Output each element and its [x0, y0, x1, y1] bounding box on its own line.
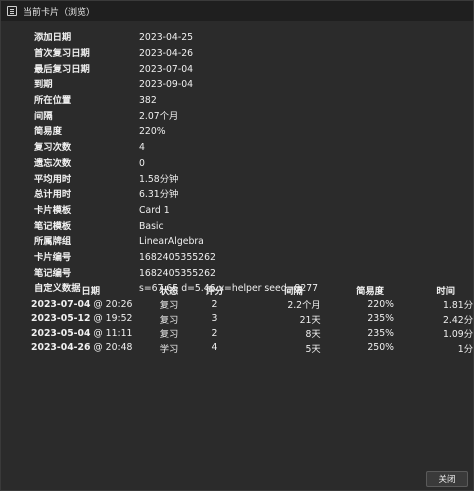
info-value: 6.31分钟: [139, 189, 179, 201]
review-interval: 8天: [305, 329, 321, 341]
app-icon: [7, 6, 17, 16]
review-date-day: 2023-07-04: [31, 298, 91, 310]
info-label: 所在位置: [34, 95, 72, 107]
review-interval: 2.2个月: [287, 300, 321, 312]
review-ease: 220%: [367, 298, 394, 310]
info-value: 2.07个月: [139, 110, 179, 122]
review-rating: 2: [211, 298, 218, 310]
info-value: 1682405355262: [139, 267, 216, 279]
review-interval: 21天: [299, 314, 321, 326]
column-header-ease: 简易度: [356, 285, 384, 297]
title-bar[interactable]: 当前卡片（浏览）: [1, 1, 473, 21]
review-date-day: 2023-04-26: [31, 342, 91, 354]
info-label: 卡片模板: [34, 204, 72, 216]
info-label: 平均用时: [34, 173, 72, 185]
review-state: 复习: [159, 300, 179, 312]
review-log-header-row: 日期 状态 评分 间隔 简易度 时间: [31, 282, 473, 297]
review-ease: 235%: [367, 327, 394, 339]
info-value: 2023-04-26: [139, 48, 194, 60]
info-row: 平均用时 1.58分钟: [34, 171, 318, 187]
review-date: 2023-04-26 @ 20:48: [31, 341, 150, 356]
column-header-interval: 间隔: [284, 285, 303, 297]
info-label: 首次复习日期: [34, 48, 90, 60]
column-header-time: 时间: [436, 285, 455, 297]
review-time: 1.81分: [443, 300, 473, 312]
info-label: 笔记模板: [34, 220, 72, 232]
review-ease: 235%: [367, 313, 394, 325]
info-value: 1682405355262: [139, 251, 216, 263]
review-log-table: 日期 状态 评分 间隔 简易度 时间 2023-07-04 @ 20:26 复习 2…: [31, 282, 473, 355]
card-info-list: 添加日期 2023-04-25 首次复习日期 2023-04-26 最后复习日期 2023…: [34, 30, 318, 297]
info-value: 2023-09-04: [139, 79, 194, 91]
info-value: 0: [139, 157, 145, 169]
info-row: 简易度 220%: [34, 124, 318, 140]
info-row: 添加日期 2023-04-25: [34, 30, 318, 46]
info-row: 到期 2023-09-04: [34, 77, 318, 93]
info-value: 382: [139, 95, 157, 107]
info-label: 卡片编号: [34, 251, 72, 263]
info-label: 添加日期: [34, 32, 72, 44]
review-time: 2.42分: [443, 314, 473, 326]
info-row: 笔记编号 1682405355262: [34, 265, 318, 281]
review-date-time: @ 11:11: [90, 327, 133, 339]
review-date-time: @ 20:26: [90, 298, 133, 310]
info-row: 总计用时 6.31分钟: [34, 187, 318, 203]
review-rating: 2: [211, 327, 218, 339]
info-row: 首次复习日期 2023-04-26: [34, 46, 318, 62]
column-header-rating: 评分: [205, 285, 224, 297]
review-date-time: @ 19:52: [90, 313, 133, 325]
review-state: 学习: [159, 343, 179, 355]
review-date: 2023-07-04 @ 20:26: [31, 297, 150, 312]
review-interval: 5天: [305, 343, 321, 355]
review-time: 1分: [457, 343, 473, 355]
info-row: 遗忘次数 0: [34, 156, 318, 172]
info-value: 2023-07-04: [139, 63, 194, 75]
info-row: 笔记模板 Basic: [34, 218, 318, 234]
review-date-time: @ 20:48: [90, 342, 133, 354]
info-row: 最后复习日期 2023-07-04: [34, 61, 318, 77]
table-row: 2023-05-04 @ 11:11 复习 2 8天 235% 1.09分: [31, 326, 473, 341]
column-header-state: 状态: [159, 285, 179, 297]
info-value: 220%: [139, 126, 166, 138]
info-row: 卡片编号 1682405355262: [34, 250, 318, 266]
info-label: 间隔: [34, 110, 53, 122]
info-value: 1.58分钟: [139, 173, 179, 185]
info-row: 间隔 2.07个月: [34, 108, 318, 124]
info-row: 所在位置 382: [34, 93, 318, 109]
info-row: 卡片模板 Card 1: [34, 203, 318, 219]
review-date-day: 2023-05-12: [31, 313, 91, 325]
close-button[interactable]: 关闭: [426, 471, 468, 487]
window-title: 当前卡片（浏览）: [23, 7, 96, 18]
table-row: 2023-07-04 @ 20:26 复习 2 2.2个月 220% 1.81分: [31, 297, 473, 312]
info-value: Basic: [139, 220, 164, 232]
table-row: 2023-04-26 @ 20:48 学习 4 5天 250% 1分: [31, 341, 473, 356]
info-label: 简易度: [34, 126, 62, 138]
info-value: 2023-04-25: [139, 32, 194, 44]
review-time: 1.09分: [443, 329, 473, 341]
info-label: 到期: [34, 79, 53, 91]
review-date: 2023-05-04 @ 11:11: [31, 326, 150, 341]
table-row: 2023-05-12 @ 19:52 复习 3 21天 235% 2.42分: [31, 312, 473, 327]
info-value: LinearAlgebra: [139, 236, 204, 248]
info-row: 复习次数 4: [34, 140, 318, 156]
info-row: 所属牌组 LinearAlgebra: [34, 234, 318, 250]
info-label: 复习次数: [34, 142, 72, 154]
review-rating: 3: [211, 313, 218, 325]
info-label: 最后复习日期: [34, 63, 90, 75]
review-state: 复习: [159, 314, 179, 326]
info-label: 总计用时: [34, 189, 72, 201]
info-value: Card 1: [139, 204, 170, 216]
info-value: 4: [139, 142, 145, 154]
review-ease: 250%: [367, 342, 394, 354]
card-info-window: 当前卡片（浏览） 添加日期 2023-04-25 首次复习日期 2023-04-26 最…: [0, 0, 474, 491]
column-header-date: 日期: [81, 285, 100, 297]
review-state: 复习: [159, 329, 179, 341]
review-rating: 4: [211, 342, 218, 354]
info-label: 所属牌组: [34, 236, 72, 248]
info-label: 笔记编号: [34, 267, 72, 279]
review-date: 2023-05-12 @ 19:52: [31, 312, 150, 327]
info-label: 遗忘次数: [34, 157, 72, 169]
review-date-day: 2023-05-04: [31, 327, 91, 339]
